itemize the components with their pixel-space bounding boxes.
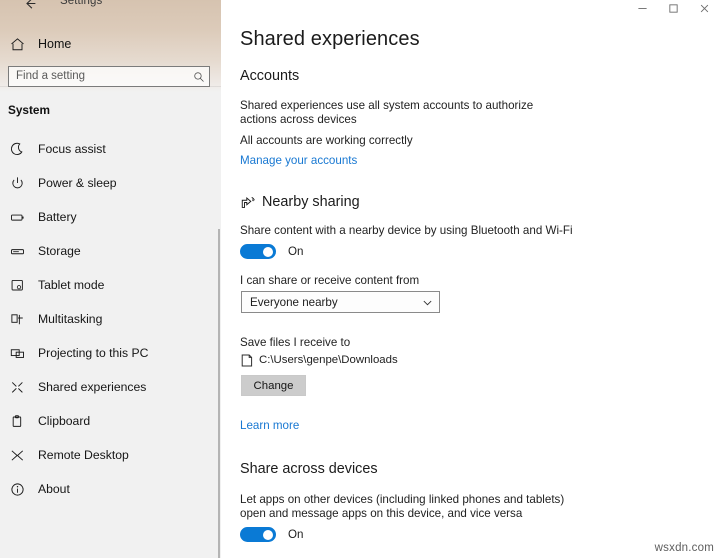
info-icon <box>2 482 32 497</box>
home-icon <box>2 37 32 52</box>
sidebar-item-projecting-to-this-pc[interactable]: Projecting to this PC <box>0 336 221 370</box>
remote-desktop-icon <box>2 448 32 463</box>
nearby-sharing-toggle-row[interactable]: On <box>240 244 303 259</box>
multitasking-icon <box>2 312 32 327</box>
save-files-label: Save files I receive to <box>240 336 351 349</box>
sidebar-item-storage[interactable]: Storage <box>0 234 221 268</box>
projecting-icon <box>2 346 32 361</box>
clipboard-icon <box>2 414 32 429</box>
sidebar-item-remote-desktop[interactable]: Remote Desktop <box>0 438 221 472</box>
sidebar-item-home-label: Home <box>38 37 72 51</box>
manage-your-accounts-link[interactable]: Manage your accounts <box>240 154 357 167</box>
sidebar-item-multitasking[interactable]: Multitasking <box>0 302 221 336</box>
change-button[interactable]: Change <box>241 375 306 396</box>
share-across-devices-heading: Share across devices <box>240 461 378 477</box>
close-button[interactable] <box>689 0 720 16</box>
share-from-dropdown[interactable]: Everyone nearby <box>241 291 440 313</box>
app-title: Settings <box>60 0 103 7</box>
sidebar-item-clipboard[interactable]: Clipboard <box>0 404 221 438</box>
share-across-devices-toggle-row[interactable]: On <box>240 527 303 542</box>
main-content: Shared experiences Accounts Shared exper… <box>221 0 720 558</box>
sidebar-item-label: Tablet mode <box>38 278 105 292</box>
sidebar-item-battery[interactable]: Battery <box>0 200 221 234</box>
sidebar-item-label: Remote Desktop <box>38 448 129 462</box>
sidebar-item-label: Power & sleep <box>38 176 117 190</box>
toggle-knob <box>263 246 273 257</box>
tablet-icon <box>2 278 32 293</box>
chevron-down-icon <box>421 296 433 308</box>
accounts-status: All accounts are working correctly <box>240 134 413 147</box>
sidebar-item-label: Battery <box>38 210 77 224</box>
accounts-heading: Accounts <box>240 68 300 84</box>
nearby-sharing-title: Nearby sharing <box>262 194 360 210</box>
minimize-button[interactable] <box>627 0 658 16</box>
share-from-dropdown-value: Everyone nearby <box>250 295 338 309</box>
storage-icon <box>2 244 32 259</box>
watermark: wsxdn.com <box>654 542 714 554</box>
share-across-devices-toggle[interactable] <box>240 527 276 542</box>
page-title: Shared experiences <box>240 28 420 50</box>
search-icon[interactable] <box>192 70 205 83</box>
share-across-devices-description: Let apps on other devices (including lin… <box>240 493 565 520</box>
nearby-sharing-toggle[interactable] <box>240 244 276 259</box>
maximize-button[interactable] <box>658 0 689 16</box>
sidebar-item-label: Clipboard <box>38 414 91 428</box>
moon-icon <box>2 142 32 157</box>
sidebar-nav: Focus assist Power & sleep Battery Stora… <box>0 132 221 506</box>
nearby-sharing-heading: Nearby sharing <box>239 193 360 211</box>
sidebar-item-label: About <box>38 482 70 496</box>
save-path-row: C:\Users\genpe\Downloads <box>240 353 398 367</box>
sidebar-item-home[interactable]: Home <box>0 31 221 57</box>
settings-window: Settings Home System <box>0 0 720 558</box>
sidebar-item-label: Storage <box>38 244 81 258</box>
sidebar-item-shared-experiences[interactable]: Shared experiences <box>0 370 221 404</box>
sidebar-item-label: Focus assist <box>38 142 106 156</box>
sidebar-group-label: System <box>8 103 50 117</box>
save-path-value: C:\Users\genpe\Downloads <box>259 354 398 366</box>
sidebar-item-about[interactable]: About <box>0 472 221 506</box>
nearby-sharing-toggle-state: On <box>288 245 304 258</box>
search-box[interactable] <box>8 66 210 87</box>
sidebar-item-tablet-mode[interactable]: Tablet mode <box>0 268 221 302</box>
power-icon <box>2 176 32 191</box>
battery-icon <box>2 210 32 225</box>
sidebar: Settings Home System <box>0 0 221 558</box>
sidebar-item-focus-assist[interactable]: Focus assist <box>0 132 221 166</box>
titlebar-left: Settings <box>0 0 221 16</box>
sidebar-scrollbar-thumb[interactable] <box>218 229 220 558</box>
sidebar-item-label: Projecting to this PC <box>38 346 149 360</box>
search-input[interactable] <box>16 68 192 85</box>
learn-more-link[interactable]: Learn more <box>240 419 299 432</box>
toggle-knob <box>263 529 273 540</box>
nearby-share-icon <box>239 193 257 211</box>
share-across-devices-toggle-state: On <box>288 528 304 541</box>
window-controls <box>627 0 720 16</box>
folder-icon <box>240 353 253 367</box>
sidebar-item-power-sleep[interactable]: Power & sleep <box>0 166 221 200</box>
nearby-sharing-description: Share content with a nearby device by us… <box>240 224 573 237</box>
sidebar-item-label: Shared experiences <box>38 380 147 394</box>
share-from-label: I can share or receive content from <box>240 274 420 287</box>
accounts-description: Shared experiences use all system accoun… <box>240 99 534 126</box>
back-arrow-icon[interactable] <box>22 0 38 12</box>
sidebar-item-label: Multitasking <box>38 312 103 326</box>
shared-experiences-icon <box>2 380 32 395</box>
